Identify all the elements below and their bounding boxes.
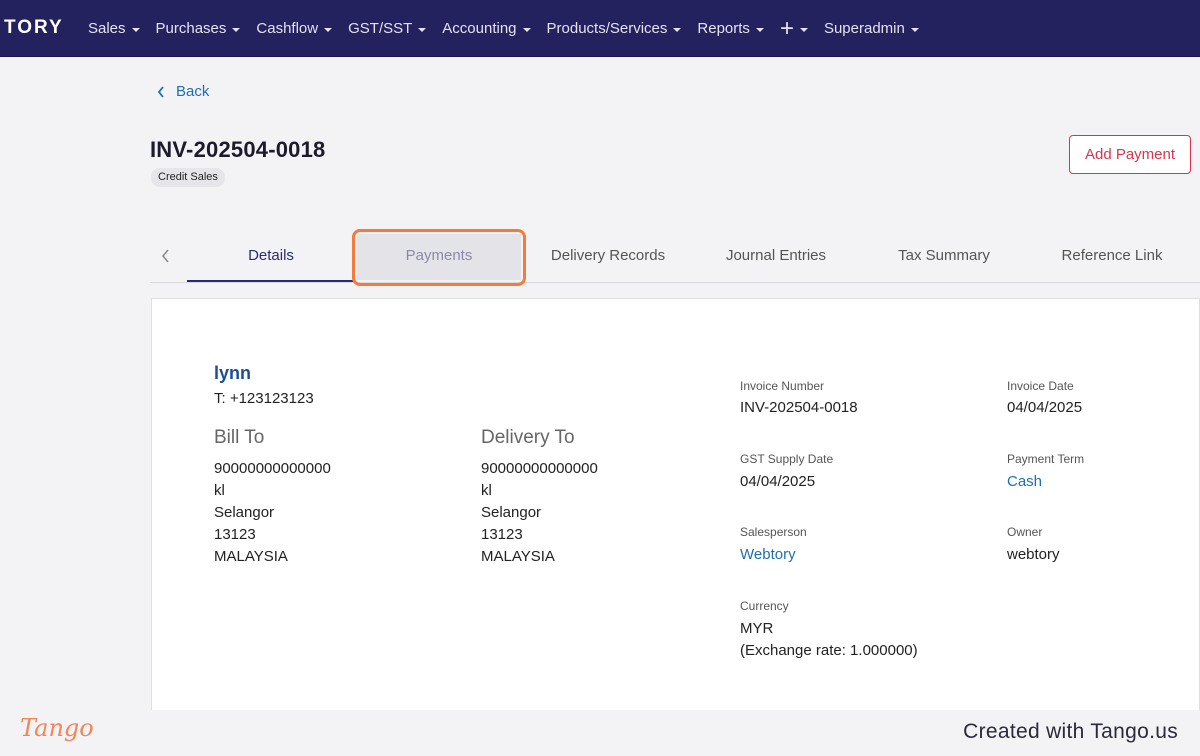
owner-value: webtory <box>1007 546 1060 563</box>
page-title: INV-202504-0018 <box>150 137 326 162</box>
caret-down-icon <box>799 27 808 32</box>
nav-reports[interactable]: Reports <box>697 20 764 37</box>
nav-purchases[interactable]: Purchases <box>156 20 241 37</box>
tab-reference-link[interactable]: Reference Link <box>1028 234 1196 282</box>
address-line: kl <box>214 482 225 499</box>
nav-sales[interactable]: Sales <box>88 20 140 37</box>
salesperson-label: Salesperson <box>740 525 807 539</box>
tabs-divider <box>150 282 1200 283</box>
address-line: 13123 <box>481 526 523 543</box>
address-line: MALAYSIA <box>214 548 288 565</box>
tutorial-highlight-outline <box>352 229 526 286</box>
tab-details[interactable]: Details <box>187 234 355 282</box>
address-line: 90000000000000 <box>214 460 331 477</box>
plus-icon: + <box>779 14 794 42</box>
nav-quick-add[interactable]: + <box>779 14 808 42</box>
delivery-to-address: 90000000000000 kl Selangor 13123 MALAYSI… <box>481 458 598 568</box>
currency-label: Currency <box>740 599 789 613</box>
invoice-date-label: Invoice Date <box>1007 379 1074 393</box>
invoice-number-value: INV-202504-0018 <box>740 399 858 416</box>
delivery-to-title: Delivery To <box>481 427 575 448</box>
caret-down-icon <box>324 27 333 32</box>
address-line: Selangor <box>214 504 275 521</box>
address-line: Selangor <box>481 504 542 521</box>
payment-term-label: Payment Term <box>1007 452 1085 466</box>
tab-delivery-records[interactable]: Delivery Records <box>525 234 691 282</box>
status-badge: Credit Sales <box>151 168 225 187</box>
nav-cashflow[interactable]: Cashflow <box>256 20 333 37</box>
address-line: 90000000000000 <box>481 460 598 477</box>
tango-logo: Tango <box>20 714 94 742</box>
chevron-left-icon <box>162 249 169 263</box>
main-nav: Sales Purchases Cashflow GST/SST Account… <box>88 0 935 57</box>
chevron-left-icon <box>157 85 164 98</box>
caret-down-icon <box>673 27 682 32</box>
gst-supply-date-label: GST Supply Date <box>740 452 834 466</box>
caret-down-icon <box>418 27 427 32</box>
back-link[interactable]: Back <box>156 83 209 100</box>
nav-sales-label: Sales <box>88 20 126 37</box>
nav-superadmin-label: Superadmin <box>823 20 905 37</box>
caret-down-icon <box>522 27 531 32</box>
caret-down-icon <box>131 27 140 32</box>
customer-name[interactable]: lynn <box>214 363 251 384</box>
tab-tax-summary[interactable]: Tax Summary <box>860 234 1028 282</box>
nav-accounting[interactable]: Accounting <box>442 20 531 37</box>
nav-purchases-label: Purchases <box>155 20 227 37</box>
gst-supply-date-value: 04/04/2025 <box>740 473 816 490</box>
brand-logo[interactable]: TORY <box>4 17 64 39</box>
address-line: kl <box>481 482 492 499</box>
tab-journal-entries[interactable]: Journal Entries <box>692 234 860 282</box>
bill-to-title: Bill To <box>214 427 265 448</box>
back-label: Back <box>176 83 210 100</box>
nav-accounting-label: Accounting <box>442 20 517 37</box>
address-line: 13123 <box>214 526 256 543</box>
currency-value: MYR <box>740 620 774 637</box>
nav-gst-sst[interactable]: GST/SST <box>348 20 427 37</box>
salesperson-link[interactable]: Webtory <box>740 544 796 566</box>
nav-reports-label: Reports <box>697 20 750 37</box>
invoice-date-value: 04/04/2025 <box>1007 399 1083 416</box>
add-payment-button[interactable]: Add Payment <box>1069 135 1191 174</box>
invoice-number-label: Invoice Number <box>740 379 825 393</box>
exchange-rate-value: (Exchange rate: 1.000000) <box>740 642 918 659</box>
tabs-scroll-left-button[interactable] <box>160 248 170 269</box>
owner-label: Owner <box>1007 525 1043 539</box>
caret-down-icon <box>910 27 919 32</box>
nav-products-services-label: Products/Services <box>546 20 668 37</box>
nav-superadmin[interactable]: Superadmin <box>824 20 919 37</box>
payment-term-link[interactable]: Cash <box>1007 471 1042 493</box>
nav-cashflow-label: Cashflow <box>256 20 319 37</box>
caret-down-icon <box>232 27 241 32</box>
tango-credit: Created with Tango.us <box>963 720 1178 743</box>
caret-down-icon <box>755 27 764 32</box>
address-line: MALAYSIA <box>481 548 555 565</box>
nav-products-services[interactable]: Products/Services <box>547 20 682 37</box>
top-navbar: TORY Sales Purchases Cashflow GST/SST Ac… <box>0 0 1200 57</box>
bill-to-address: 90000000000000 kl Selangor 13123 MALAYSI… <box>214 458 331 568</box>
customer-phone: T: +123123123 <box>214 390 314 407</box>
nav-gst-sst-label: GST/SST <box>348 20 413 37</box>
